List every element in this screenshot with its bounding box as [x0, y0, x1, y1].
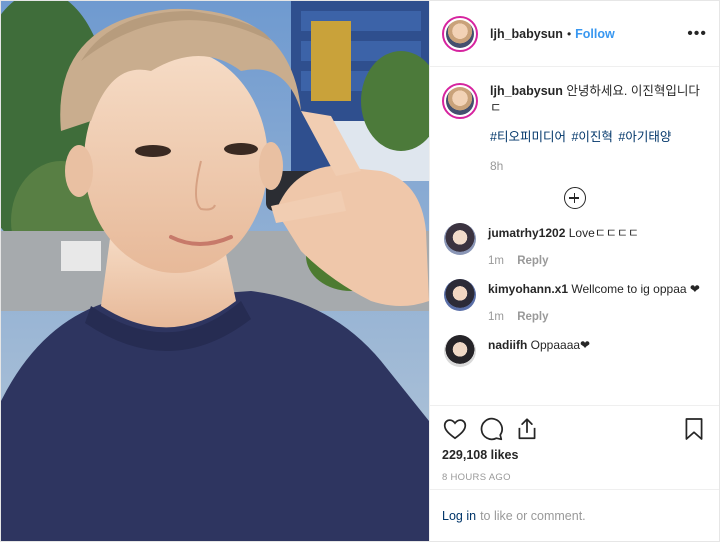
login-link[interactable]: Log in [442, 509, 476, 523]
comment-username[interactable]: kimyohann.x1 [488, 282, 568, 296]
plus-circle-icon[interactable] [563, 187, 586, 209]
reply-button[interactable]: Reply [517, 311, 548, 323]
hashtag-link[interactable]: #티오피미디어 [490, 130, 566, 144]
follow-button[interactable]: Follow [575, 27, 615, 41]
caption-avatar[interactable] [442, 83, 478, 119]
caption-body: ljh_babysun 안녕하세요. 이진혁입니다ㄷ #티오피미디어 #이진혁 … [490, 83, 707, 175]
hashtags: #티오피미디어 #이진혁 #아기태양 [490, 129, 707, 146]
post-photo[interactable] [1, 1, 429, 541]
login-prompt-text: to like or comment. [480, 508, 586, 523]
bookmark-icon[interactable] [681, 416, 707, 442]
more-options-icon[interactable]: ••• [687, 25, 707, 43]
comment-time: 1m [488, 311, 504, 323]
load-more-comments [442, 187, 707, 209]
hashtag-link[interactable]: #아기태양 [618, 130, 671, 144]
post-sidebar: ljh_babysun • Follow ••• ljh_babysun 안녕하… [429, 1, 719, 541]
commenter-avatar[interactable] [444, 279, 476, 311]
header-username[interactable]: ljh_babysun [490, 27, 563, 41]
comment-item: kimyohann.x1 Wellcome to ig oppaa ❤ 1m R… [442, 279, 707, 325]
heart-icon[interactable] [442, 416, 468, 442]
caption-username[interactable]: ljh_babysun [490, 84, 563, 98]
comment-time: 1m [488, 255, 504, 267]
comments-list[interactable]: ljh_babysun 안녕하세요. 이진혁입니다ㄷ #티오피미디어 #이진혁 … [430, 67, 719, 405]
instagram-post: ljh_babysun • Follow ••• ljh_babysun 안녕하… [0, 0, 720, 542]
comment-text: Loveㄷㄷㄷㄷ [568, 226, 639, 240]
reply-button[interactable]: Reply [517, 255, 548, 267]
post-header: ljh_babysun • Follow ••• [430, 1, 719, 67]
separator-dot: • [566, 26, 572, 41]
post-actions: 229,108 likes 8 HOURS AGO [430, 405, 719, 489]
comment-item: jumatrhy1202 Loveㄷㄷㄷㄷ 1m Reply [442, 223, 707, 269]
share-icon[interactable] [514, 416, 540, 442]
caption: ljh_babysun 안녕하세요. 이진혁입니다ㄷ #티오피미디어 #이진혁 … [442, 83, 707, 175]
comment-username[interactable]: nadiifh [488, 338, 527, 352]
caption-time[interactable]: 8h [490, 158, 707, 175]
commenter-avatar[interactable] [444, 223, 476, 255]
login-prompt: Log in to like or comment. [430, 489, 719, 541]
hashtag-link[interactable]: #이진혁 [571, 130, 612, 144]
selfie-image [1, 1, 429, 541]
comment-text: Oppaaaa❤ [530, 338, 591, 352]
profile-avatar[interactable] [442, 15, 478, 52]
comment-icon[interactable] [478, 416, 504, 442]
comment-username[interactable]: jumatrhy1202 [488, 226, 565, 240]
like-count[interactable]: 229,108 likes [442, 448, 707, 462]
commenter-avatar[interactable] [444, 335, 476, 367]
comment-item: nadiifh Oppaaaa❤ [442, 335, 707, 367]
comment-text: Wellcome to ig oppaa ❤ [571, 282, 700, 296]
post-age: 8 HOURS AGO [442, 472, 511, 483]
